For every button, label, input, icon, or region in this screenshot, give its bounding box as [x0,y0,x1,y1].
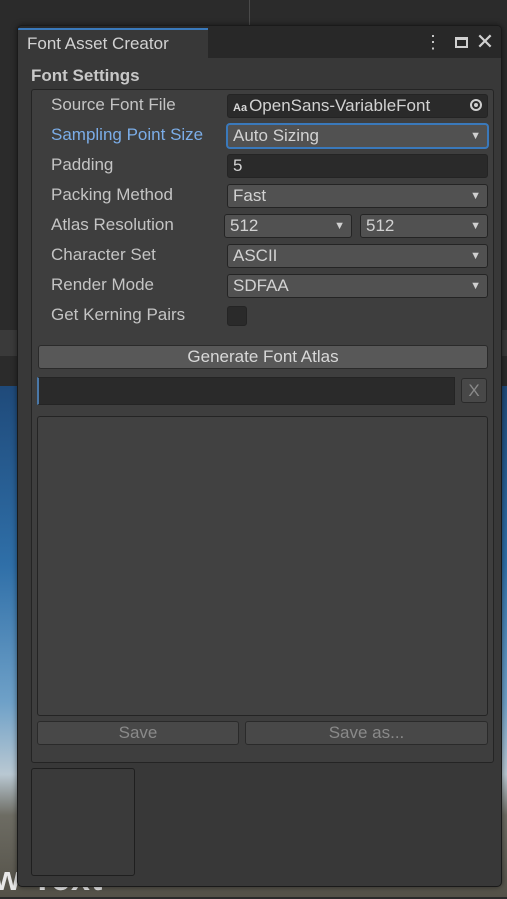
atlas-preview-box [31,768,135,876]
close-icon[interactable]: ✕ [475,31,495,53]
render-mode-dropdown[interactable]: SDFAA ▼ [227,274,488,298]
more-vertical-icon[interactable]: ⋮ [424,31,442,53]
packing-method-label: Packing Method [51,185,173,204]
packing-method-dropdown[interactable]: Fast ▼ [227,184,488,208]
source-font-file-field[interactable]: Aa OpenSans-VariableFont [227,94,488,118]
window-tab[interactable]: Font Asset Creator [18,28,208,58]
font-asset-creator-window: Font Asset Creator ⋮ ✕ Font Settings Sou… [17,25,502,887]
padding-input[interactable]: 5 [227,154,488,178]
character-set-label: Character Set [51,245,156,264]
atlas-width-value: 512 [230,216,259,235]
source-font-file-label: Source Font File [51,95,176,114]
atlas-height-value: 512 [366,216,395,235]
maximize-icon[interactable] [451,31,471,53]
sampling-point-size-value: Auto Sizing [233,126,319,145]
save-button[interactable]: Save [37,721,239,745]
dropdown-arrow-icon: ▼ [470,190,481,202]
save-as-button[interactable]: Save as... [245,721,488,745]
clear-output-button[interactable]: X [461,378,487,403]
character-set-value: ASCII [233,246,278,265]
sampling-point-size-label: Sampling Point Size [51,125,204,144]
atlas-resolution-label: Atlas Resolution [51,215,174,234]
font-asset-icon: Aa [233,102,248,114]
output-text-area [37,416,488,716]
dropdown-arrow-icon: ▼ [470,220,481,232]
scene-grid-line [249,0,250,26]
dropdown-arrow-icon: ▼ [470,280,481,292]
dropdown-arrow-icon: ▼ [470,250,481,262]
character-set-dropdown[interactable]: ASCII ▼ [227,244,488,268]
get-kerning-pairs-checkbox[interactable] [227,306,247,326]
atlas-width-dropdown[interactable]: 512 ▼ [224,214,352,238]
get-kerning-pairs-label: Get Kerning Pairs [51,305,186,324]
render-mode-label: Render Mode [51,275,155,294]
padding-label: Padding [51,155,114,174]
sampling-point-size-dropdown[interactable]: Auto Sizing ▼ [227,124,488,148]
generate-font-atlas-button[interactable]: Generate Font Atlas [38,345,488,369]
source-font-file-value: OpenSans-VariableFont [249,96,431,115]
atlas-height-dropdown[interactable]: 512 ▼ [360,214,488,238]
generation-progress-bar [37,377,455,405]
window-titlebar[interactable]: Font Asset Creator ⋮ ✕ [18,26,501,58]
packing-method-value: Fast [233,186,267,205]
dropdown-arrow-icon: ▼ [470,130,481,142]
dropdown-arrow-icon: ▼ [334,220,345,232]
section-title: Font Settings [31,66,140,85]
render-mode-value: SDFAA [233,276,289,295]
object-picker-icon[interactable] [470,99,482,111]
font-settings-panel: Source Font File Aa OpenSans-VariableFont… [31,89,494,763]
